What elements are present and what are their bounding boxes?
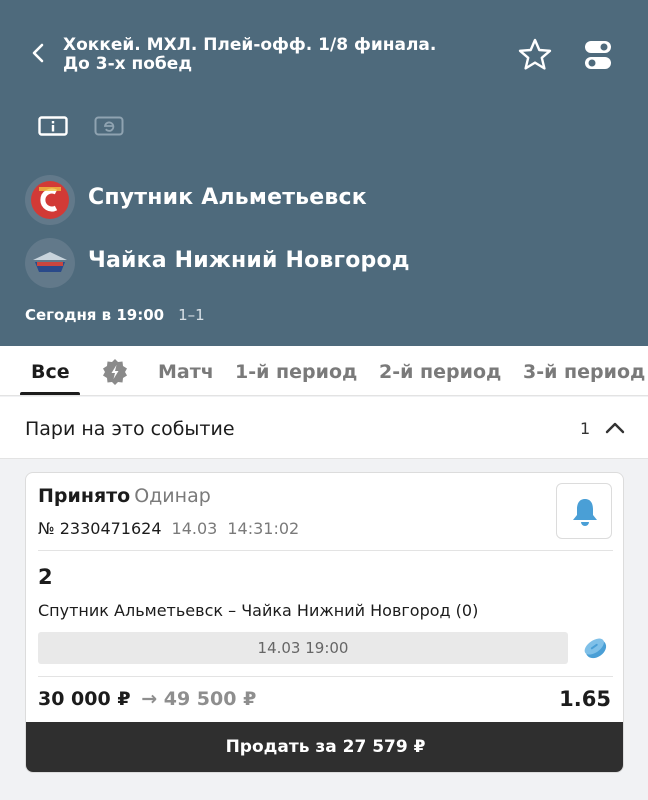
toggle-icon[interactable]: [583, 39, 613, 71]
bet-status-line: Принято Одинар: [38, 485, 211, 507]
e-view-icon[interactable]: [94, 116, 124, 136]
bet-coefficient: 1.65: [559, 687, 611, 711]
bet-event: Спутник Альметьевск – Чайка Нижний Новго…: [38, 601, 479, 620]
back-arrow-icon[interactable]: [28, 42, 50, 64]
team-logo-icon: [25, 175, 75, 225]
tab-period-3[interactable]: 3-й период: [523, 361, 645, 383]
team-name: Чайка Нижний Новгород: [88, 248, 410, 273]
match-date: Сегодня в 19:00: [25, 306, 165, 324]
event-header: Хоккей. МХЛ. Плей-офф. 1/8 финала. До 3-…: [0, 0, 648, 346]
bet-meta: № 2330471624 14.03 14:31:02: [38, 519, 299, 538]
team-away: Чайка Нижний Новгород: [25, 238, 625, 288]
bell-icon: [573, 499, 597, 526]
page-title: Хоккей. МХЛ. Плей-офф. 1/8 финала. До 3-…: [63, 35, 437, 74]
match-score: 1–1: [178, 306, 205, 324]
bet-amounts: 30 000 ₽ → 49 500 ₽: [38, 688, 256, 710]
bet-time: 14:31:02: [227, 519, 300, 538]
divider: [38, 550, 613, 551]
info-view-icon[interactable]: [38, 116, 68, 136]
section-title: Пари на это событие: [25, 418, 235, 440]
bet-outcome: 2: [38, 565, 53, 589]
bet-number: № 2330471624: [38, 519, 162, 538]
match-datetime: Сегодня в 19:00 1–1: [25, 306, 205, 324]
bet-stake: 30 000 ₽: [38, 688, 131, 710]
bets-count: 1: [580, 419, 591, 438]
divider: [38, 676, 613, 677]
tab-period-2[interactable]: 2-й период: [379, 361, 501, 383]
active-tab-indicator: [20, 392, 80, 395]
live-badge-icon[interactable]: [101, 358, 129, 386]
puck-icon: [584, 638, 607, 659]
arrow-icon: →: [141, 688, 158, 710]
team-home: Спутник Альметьевск: [25, 175, 625, 225]
market-tabs: Все Матч 1-й период 2-й период 3-й перио…: [0, 346, 648, 396]
notify-button[interactable]: [556, 483, 612, 539]
tab-all[interactable]: Все: [31, 361, 70, 383]
star-icon[interactable]: [516, 36, 554, 74]
team-logo-icon: [25, 238, 75, 288]
bet-date: 14.03: [171, 519, 218, 538]
bet-potential-win: 49 500 ₽: [163, 688, 257, 710]
tab-match[interactable]: Матч: [158, 361, 214, 383]
event-date: 14.03 19:00: [38, 632, 568, 664]
sell-button[interactable]: Продать за 27 579 ₽: [26, 722, 623, 772]
team-name: Спутник Альметьевск: [88, 185, 367, 210]
tab-period-1[interactable]: 1-й период: [235, 361, 357, 383]
bet-card: Принято Одинар № 2330471624 14.03 14:31:02 …: [25, 472, 624, 773]
bet-type: Одинар: [134, 485, 211, 507]
chevron-up-icon[interactable]: [604, 418, 626, 436]
bet-status: Принято: [38, 485, 131, 507]
bets-section-header[interactable]: Пари на это событие 1: [0, 397, 648, 459]
